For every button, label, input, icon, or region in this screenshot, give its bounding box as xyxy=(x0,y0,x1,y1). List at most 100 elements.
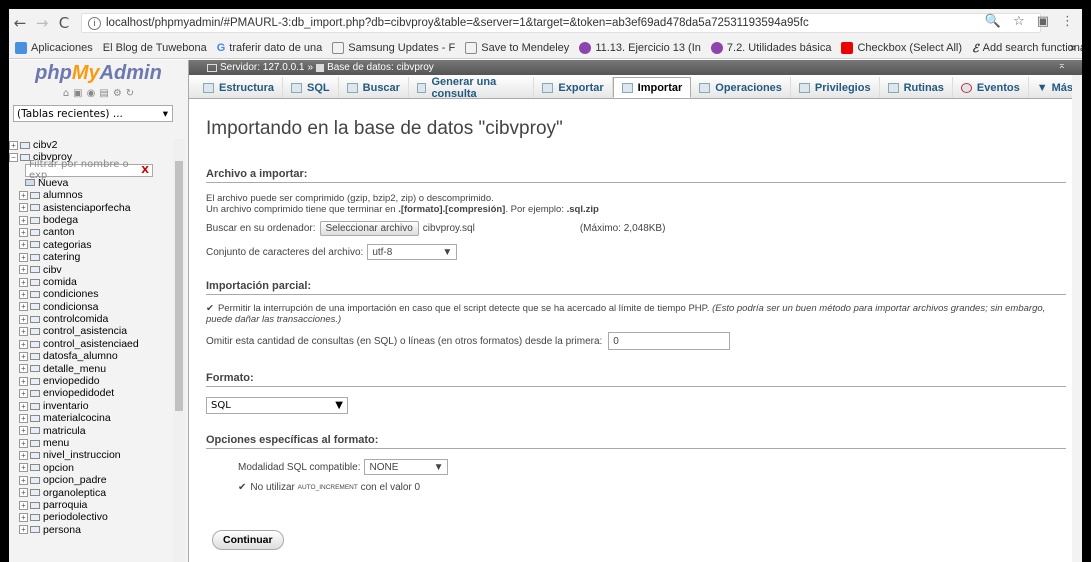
bookmark-item[interactable]: Gtraferir dato de una xyxy=(217,42,323,54)
tree-table[interactable]: + opcion xyxy=(9,462,174,474)
tree-table[interactable]: + materialcocina xyxy=(9,412,174,424)
skip-queries-input[interactable]: 0 xyxy=(608,332,731,350)
home-icon[interactable]: ⌂ xyxy=(63,88,69,102)
settings-icon[interactable]: ⚙ xyxy=(113,88,122,102)
tab-privilegios[interactable]: Privilegios xyxy=(791,77,880,98)
reload-icon[interactable]: C xyxy=(53,14,75,32)
no-autoincrement-checkbox[interactable]: ✔ xyxy=(238,482,246,493)
tree-table[interactable]: + asistenciaporfecha xyxy=(9,202,174,214)
back-icon[interactable]: ← xyxy=(9,14,31,32)
bookmark-apps[interactable]: Aplicaciones xyxy=(15,41,93,54)
tree-table[interactable]: + enviopedido xyxy=(9,375,174,387)
expand-icon[interactable]: + xyxy=(19,463,28,473)
url-field[interactable]: i localhost/phpmyadmin/#PMAURL-3:db_impo… xyxy=(81,13,1041,33)
bookmark-item[interactable]: 7.2. Utilidades básica xyxy=(710,41,831,54)
expand-icon[interactable]: + xyxy=(19,364,28,374)
info-icon[interactable]: i xyxy=(88,16,101,30)
bookmark-item[interactable]: ℰ Add search functiona xyxy=(972,42,1082,55)
expand-icon[interactable]: + xyxy=(19,500,28,510)
tab-eventos[interactable]: Eventos xyxy=(953,77,1029,98)
zoom-icon[interactable]: 🔍 xyxy=(985,14,1001,29)
expand-icon[interactable]: + xyxy=(19,376,28,386)
tree-table[interactable]: + cibv xyxy=(9,264,174,276)
tree-table[interactable]: + persona xyxy=(9,524,174,536)
tree-table[interactable]: + condicionsa xyxy=(9,301,174,313)
tree-table[interactable]: + organoleptica xyxy=(9,487,174,499)
tree-table[interactable]: + nivel_instruccion xyxy=(9,449,174,461)
phpmyadmin-logo[interactable]: phpMyAdmin xyxy=(9,60,188,88)
tab-importar[interactable]: Importar xyxy=(612,77,692,98)
expand-icon[interactable]: + xyxy=(19,302,28,312)
tab-rutinas[interactable]: Rutinas xyxy=(880,77,953,98)
bookmark-star-icon[interactable]: ☆ xyxy=(1013,14,1025,29)
expand-icon[interactable]: + xyxy=(19,314,28,324)
nav-scrollbar[interactable] xyxy=(173,139,185,562)
recent-tables-select[interactable]: (Tablas recientes) ... ▾ xyxy=(13,105,173,122)
expand-icon[interactable]: + xyxy=(19,265,28,275)
tab-buscar[interactable]: Buscar xyxy=(339,77,409,98)
expand-icon[interactable]: + xyxy=(19,401,28,411)
expand-icon[interactable]: + xyxy=(19,215,28,225)
expand-icon[interactable]: + xyxy=(19,203,28,213)
allow-interrupt-checkbox[interactable]: ✔ xyxy=(206,303,214,314)
reload-nav-icon[interactable]: ↻ xyxy=(126,88,134,102)
expand-icon[interactable]: + xyxy=(19,327,28,337)
tree-table[interactable]: + parroquia xyxy=(9,499,174,511)
tree-table[interactable]: + inventario xyxy=(9,400,174,412)
tree-table[interactable]: + controlcomida xyxy=(9,313,174,325)
expand-icon[interactable]: + xyxy=(19,413,28,423)
expand-icon[interactable]: − xyxy=(9,153,18,163)
logout-icon[interactable]: ▣ xyxy=(73,88,82,102)
table-filter-input[interactable]: Filtrar por nombre o exp X xyxy=(25,159,153,181)
charset-select[interactable]: utf-8 ▼ xyxy=(367,244,458,260)
bookmark-item[interactable]: El Blog de Tuwebona xyxy=(103,42,207,54)
tree-table[interactable]: + datosfa_alumno xyxy=(9,350,174,362)
tree-table[interactable]: + periodolectivo xyxy=(9,511,174,523)
tree-table[interactable]: + control_asistencia xyxy=(9,325,174,337)
tree-table[interactable]: + matricula xyxy=(9,425,174,437)
expand-icon[interactable]: + xyxy=(9,140,18,150)
breadcrumb-server[interactable]: Servidor: 127.0.0.1 xyxy=(220,62,305,73)
extension-icon[interactable]: ▣ xyxy=(1037,14,1049,29)
expand-icon[interactable]: + xyxy=(19,289,28,299)
tree-table[interactable]: + comida xyxy=(9,276,174,288)
bookmark-item[interactable]: Checkbox (Select All) xyxy=(841,41,962,54)
sql-mode-select[interactable]: NONE ▼ xyxy=(364,459,449,475)
tree-table[interactable]: + control_asistenciaed xyxy=(9,338,174,350)
expand-icon[interactable]: + xyxy=(19,277,28,287)
collapse-icon[interactable]: ⌅ xyxy=(1058,60,1066,71)
tree-table[interactable]: + categorias xyxy=(9,239,174,251)
tree-table[interactable]: + enviopedidodet xyxy=(9,387,174,399)
bookmark-item[interactable]: 11.13. Ejercicio 13 (In xyxy=(579,41,701,54)
format-select[interactable]: SQL ▼ xyxy=(206,397,348,414)
main-scrollbar[interactable] xyxy=(1072,75,1082,562)
expand-icon[interactable]: + xyxy=(19,426,28,436)
tab-estructura[interactable]: Estructura xyxy=(195,77,284,98)
bookmarks-more[interactable]: » xyxy=(1070,42,1076,54)
choose-file-button[interactable]: Seleccionar archivo xyxy=(319,221,419,236)
menu-icon[interactable]: ⋮ xyxy=(1061,14,1074,29)
help-icon[interactable]: ◉ xyxy=(87,88,96,102)
expand-icon[interactable]: + xyxy=(19,438,28,448)
tab-sql[interactable]: SQL xyxy=(283,77,339,98)
expand-icon[interactable]: + xyxy=(19,228,28,238)
continue-button[interactable]: Continuar xyxy=(212,530,284,550)
expand-icon[interactable]: + xyxy=(19,339,28,349)
tree-table[interactable]: + bodega xyxy=(9,214,174,226)
expand-icon[interactable]: + xyxy=(19,190,28,200)
expand-icon[interactable]: + xyxy=(19,351,28,361)
tree-database[interactable]: + cibv2 xyxy=(9,139,174,151)
forward-icon[interactable]: → xyxy=(31,14,53,32)
tree-table[interactable]: + opcion_padre xyxy=(9,474,174,486)
bookmark-item[interactable]: Save to Mendeley xyxy=(465,41,569,54)
tab-exportar[interactable]: Exportar xyxy=(534,77,613,98)
tree-table[interactable]: + menu xyxy=(9,437,174,449)
expand-icon[interactable]: + xyxy=(19,252,28,262)
tree-table[interactable]: + detalle_menu xyxy=(9,363,174,375)
docs-icon[interactable]: ▤ xyxy=(99,88,108,102)
nav-scrollbar-thumb[interactable] xyxy=(175,161,183,411)
bookmark-item[interactable]: Samsung Updates - F xyxy=(332,41,455,54)
tree-table[interactable]: + condiciones xyxy=(9,288,174,300)
expand-icon[interactable]: + xyxy=(19,389,28,399)
filter-clear-icon[interactable]: X xyxy=(141,165,149,176)
